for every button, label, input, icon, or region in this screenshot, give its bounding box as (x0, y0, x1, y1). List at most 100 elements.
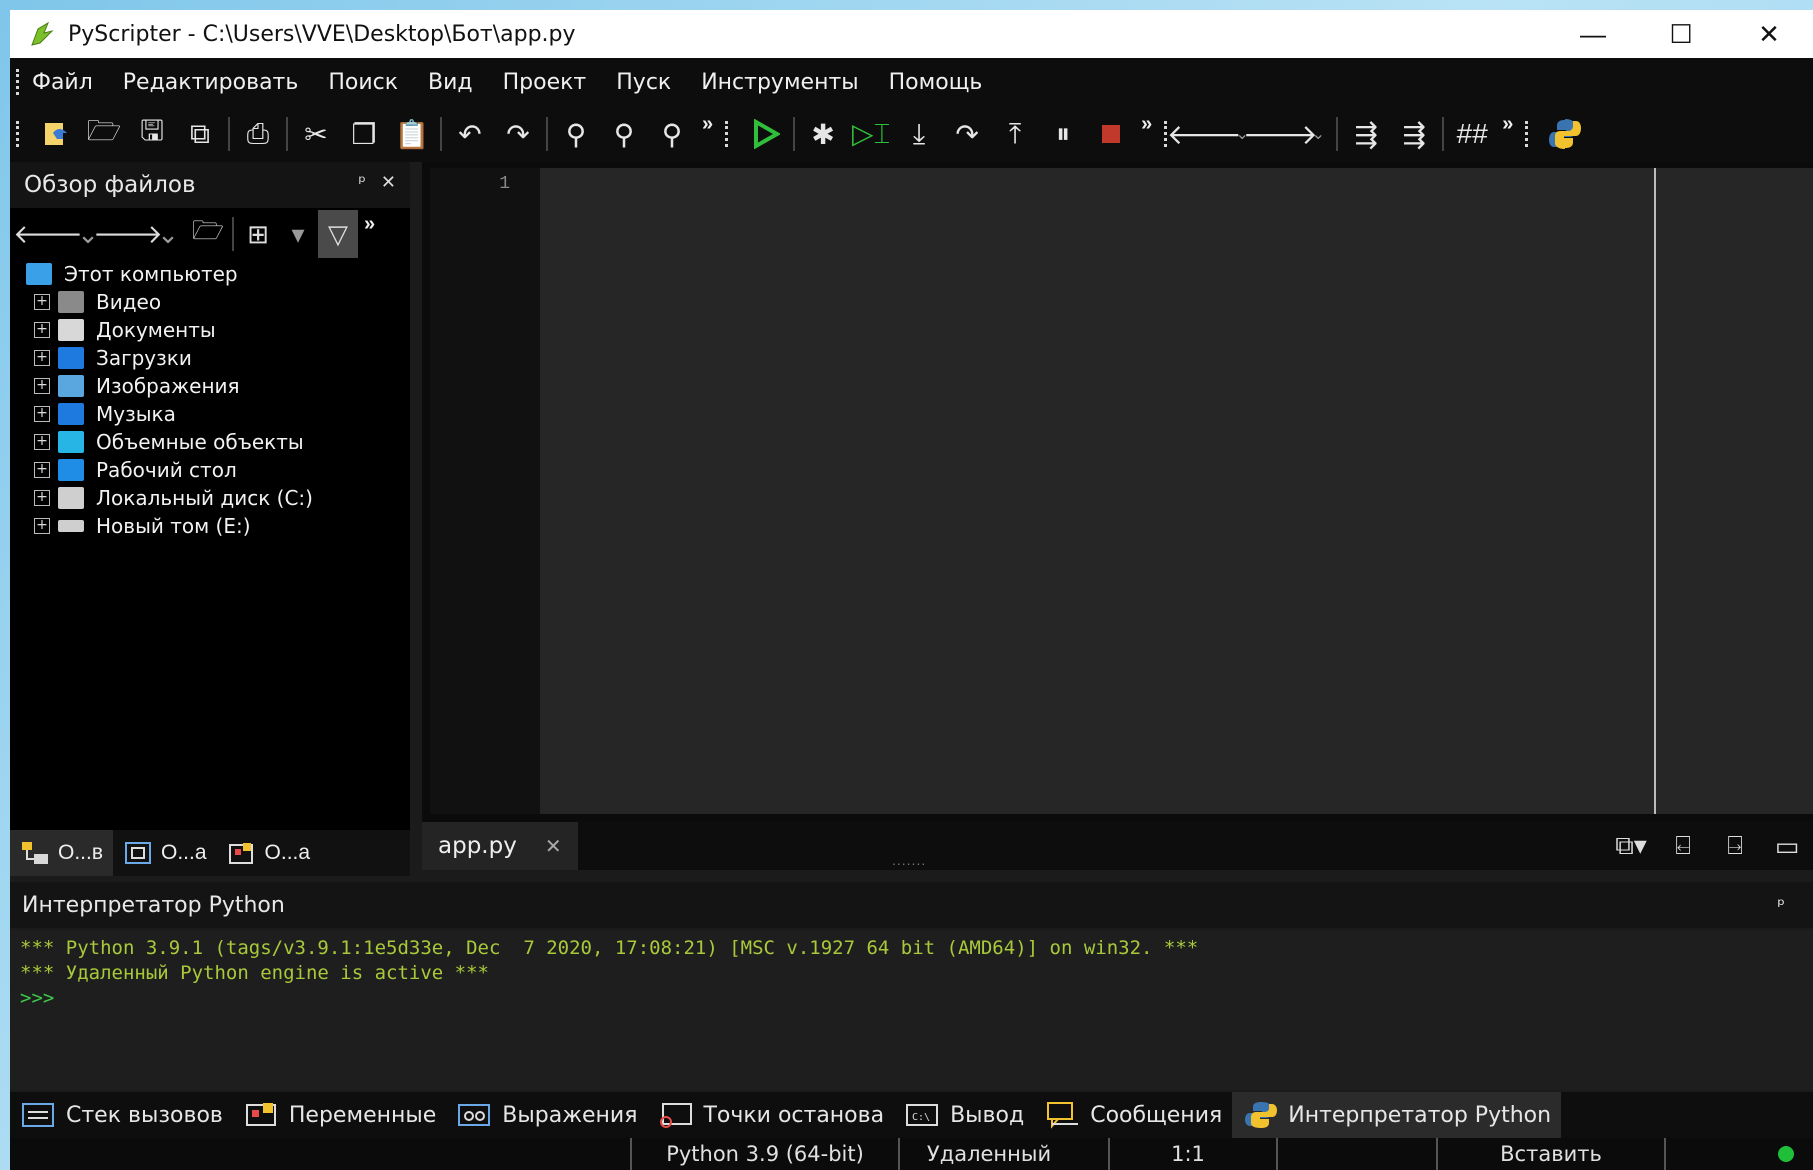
expand-icon[interactable]: + (34, 434, 50, 450)
cut-icon[interactable]: ✂ (292, 110, 340, 158)
tab-close-icon[interactable]: ✕ (545, 834, 562, 858)
run-icon[interactable] (741, 110, 789, 158)
back-icon[interactable]: 🡐 (1167, 110, 1242, 158)
tree-item-label: Изображения (96, 374, 240, 398)
copy-icon[interactable]: ❐ (340, 110, 388, 158)
previous-tab-icon[interactable]: ⍇ (1657, 822, 1709, 870)
bottom-tab-bar: Стек вызовов Переменные Выражения Точки … (10, 1092, 1813, 1138)
paste-icon[interactable]: 📋 (388, 110, 436, 158)
menu-edit[interactable]: Редактировать (123, 70, 299, 95)
open-icon[interactable]: 🗁 (80, 110, 128, 158)
comment-icon[interactable]: ## (1448, 110, 1496, 158)
splitter-handle[interactable]: ....... (892, 852, 926, 868)
indent-icon[interactable]: ⇶ (1342, 110, 1390, 158)
toolbar-overflow-chevron-icon[interactable]: » (702, 113, 713, 136)
status-python-version[interactable]: Python 3.9 (64-bit) (630, 1138, 898, 1170)
tree-item[interactable]: + Изображения (24, 372, 410, 400)
editor-tab-app-py[interactable]: app.py ✕ (422, 822, 578, 870)
save-icon[interactable]: 🖫 (128, 110, 176, 158)
debug-icon[interactable]: ✱ (799, 110, 847, 158)
print-icon[interactable]: ⎙ (234, 110, 282, 158)
expand-icon[interactable]: + (34, 462, 50, 478)
minimize-button[interactable]: — (1549, 10, 1637, 58)
back-icon[interactable]: 🡐 (13, 210, 83, 258)
tree-item[interactable]: + Рабочий стол (24, 456, 410, 484)
tree-item-this-pc[interactable]: Этот компьютер (24, 260, 410, 288)
tree-item[interactable]: + Музыка (24, 400, 410, 428)
forward-icon[interactable]: 🡒 (1243, 110, 1318, 158)
tree-item[interactable]: + Загрузки (24, 344, 410, 372)
forward-icon[interactable]: 🡒 (93, 210, 163, 258)
find-next-icon[interactable]: ⚲ (600, 110, 648, 158)
forward-dropdown-chevron-icon[interactable]: ⌄ (1304, 110, 1332, 158)
toolbar-overflow-chevron-icon[interactable]: » (1141, 113, 1152, 136)
stop-icon[interactable] (1087, 110, 1135, 158)
tab-file-browser[interactable]: О...в (10, 830, 113, 876)
toolbar-overflow-chevron-icon[interactable]: » (364, 213, 375, 236)
menu-project[interactable]: Проект (503, 70, 587, 95)
filter-icon[interactable]: ▽ (318, 210, 358, 258)
dedent-icon[interactable]: ⇶ (1390, 110, 1438, 158)
pin-icon[interactable]: ᵖ (358, 172, 366, 193)
pause-icon[interactable]: ⏸ (1039, 110, 1087, 158)
expand-icon[interactable]: + (34, 490, 50, 506)
redo-icon[interactable]: ↷ (494, 110, 542, 158)
menu-tools[interactable]: Инструменты (701, 70, 858, 95)
tree-item[interactable]: + Документы (24, 316, 410, 344)
new-file-icon[interactable] (32, 110, 80, 158)
tab-project-explorer[interactable]: О...а (217, 830, 321, 876)
undo-icon[interactable]: ↶ (446, 110, 494, 158)
tab-messages[interactable]: Сообщения (1034, 1092, 1232, 1138)
forward-dropdown-chevron-icon[interactable]: ⌄ (148, 210, 188, 258)
tab-call-stack[interactable]: Стек вызовов (10, 1092, 233, 1138)
toolbar-overflow-chevron-icon[interactable]: » (1502, 113, 1513, 136)
tree-item[interactable]: + Новый том (E:) (24, 512, 410, 540)
save-all-icon[interactable]: ⧉ (176, 110, 224, 158)
menu-view[interactable]: Вид (428, 70, 473, 95)
tab-watches[interactable]: Выражения (446, 1092, 647, 1138)
menu-search[interactable]: Поиск (328, 70, 398, 95)
step-out-icon[interactable]: ⤒ (991, 110, 1039, 158)
menu-file[interactable]: Файл (32, 70, 93, 95)
expand-icon[interactable]: + (34, 350, 50, 366)
toolbar-grip[interactable] (725, 121, 729, 147)
status-cursor-position: 1:1 (1108, 1138, 1266, 1170)
close-all-tabs-icon[interactable]: ▭ (1761, 822, 1813, 870)
menu-run[interactable]: Пуск (616, 70, 671, 95)
window-list-icon[interactable]: ⧉▾ (1605, 822, 1657, 870)
find-icon[interactable]: ⚲ (552, 110, 600, 158)
tree-item[interactable]: + Объемные объекты (24, 428, 410, 456)
pin-icon[interactable]: ᵖ (1777, 895, 1785, 916)
tree-item[interactable]: + Видео (24, 288, 410, 316)
tree-item[interactable]: + Локальный диск (C:) (24, 484, 410, 512)
code-editor[interactable] (540, 168, 1813, 814)
tree-view-dropdown-chevron-icon[interactable]: ▾ (278, 210, 318, 258)
expand-icon[interactable]: + (34, 406, 50, 422)
status-engine[interactable]: Удаленный (898, 1138, 1078, 1170)
folder-up-icon[interactable]: 🗁 (188, 210, 228, 258)
close-icon[interactable]: ✕ (381, 172, 396, 193)
tab-variables[interactable]: Переменные (233, 1092, 446, 1138)
expand-icon[interactable]: + (34, 322, 50, 338)
next-tab-icon[interactable]: ⍈ (1709, 822, 1761, 870)
menu-help[interactable]: Помощь (889, 70, 983, 95)
menu-grip[interactable] (16, 69, 20, 95)
step-over-icon[interactable]: ↷ (943, 110, 991, 158)
python-icon[interactable] (1541, 110, 1589, 158)
tab-breakpoints[interactable]: Точки останова (647, 1092, 894, 1138)
expand-icon[interactable]: + (34, 378, 50, 394)
toolbar-grip[interactable] (16, 121, 20, 147)
toolbar-grip[interactable] (1525, 121, 1529, 147)
maximize-button[interactable]: ☐ (1637, 10, 1725, 58)
tab-code-explorer[interactable]: О...а (113, 830, 217, 876)
tab-output[interactable]: C:\ Вывод (894, 1092, 1034, 1138)
tab-python-interpreter[interactable]: Интерпретатор Python (1232, 1092, 1562, 1138)
expand-icon[interactable]: + (34, 294, 50, 310)
expand-icon[interactable]: + (34, 518, 50, 534)
replace-icon[interactable]: ⚲ (648, 110, 696, 158)
run-to-cursor-icon[interactable]: ▷⌶ (847, 110, 895, 158)
interpreter-console[interactable]: *** Python 3.9.1 (tags/v3.9.1:1e5d33e, D… (10, 930, 1813, 1090)
step-into-icon[interactable]: ⤓ (895, 110, 943, 158)
tree-view-icon[interactable]: ⊞ (238, 210, 278, 258)
close-button[interactable]: ✕ (1725, 10, 1813, 58)
